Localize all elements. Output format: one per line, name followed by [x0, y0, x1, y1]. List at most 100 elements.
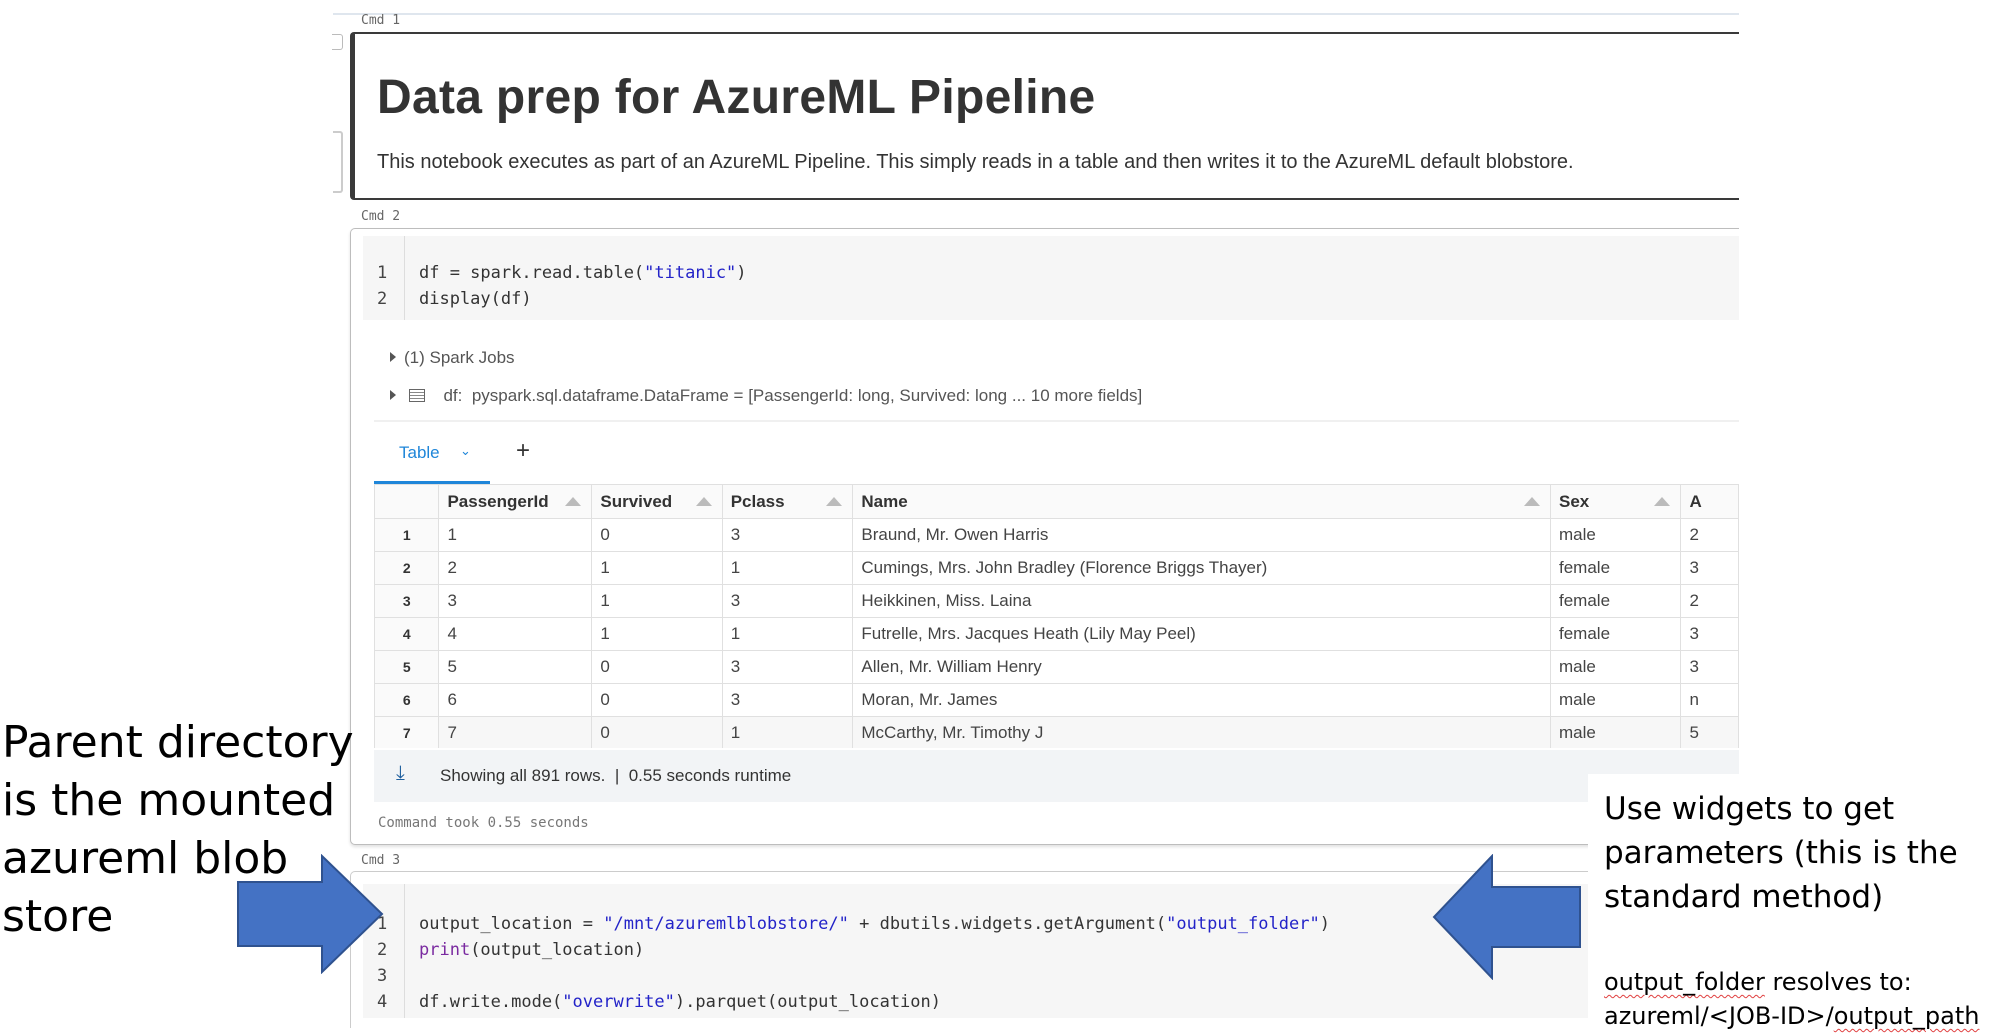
cmd-2-label: Cmd 2 [361, 209, 401, 224]
download-icon[interactable]: ⤓ [396, 762, 405, 785]
tab-table[interactable]: Table ⌄ [374, 422, 490, 484]
table-cell: Futrelle, Mrs. Jacques Heath (Lily May P… [852, 617, 1551, 651]
table-cell: 3 [721, 683, 854, 717]
right-arrow-icon [237, 854, 384, 974]
code-line: df.write.mode("overwrite").parquet(outpu… [419, 992, 941, 1012]
cmd-1-label: Cmd 1 [361, 13, 401, 28]
table-cell: 0 [591, 683, 723, 717]
row-index: 3 [374, 584, 440, 618]
table-cell: 3 [438, 584, 593, 618]
sort-icon[interactable] [1654, 497, 1671, 506]
column-header-age[interactable]: A [1680, 484, 1739, 519]
table-cell: 3 [1680, 551, 1739, 585]
column-header-index [374, 484, 440, 519]
table-cell: 1 [721, 617, 854, 651]
table-cell: 0 [591, 716, 723, 748]
table-header-row: PassengerId Survived Pclass Name Sex A [374, 484, 1739, 519]
table-cell: 1 [721, 551, 854, 585]
command-duration: Command took 0.55 seconds [378, 815, 589, 831]
cell-drag-handle[interactable] [333, 131, 343, 193]
sort-icon[interactable] [826, 497, 843, 506]
table-row[interactable]: 6 6 0 3 Moran, Mr. James male n [374, 683, 1739, 717]
row-index: 2 [374, 551, 440, 585]
table-cell: 3 [721, 584, 854, 618]
table-row[interactable]: 4 4 1 1 Futrelle, Mrs. Jacques Heath (Lily M… [374, 617, 1739, 651]
sort-icon[interactable] [695, 497, 712, 506]
table-row[interactable]: 5 5 0 3 Allen, Mr. William Henry male 3 [374, 650, 1739, 684]
table-cell: Cumings, Mrs. John Bradley (Florence Bri… [852, 551, 1551, 585]
table-cell: 3 [1680, 650, 1739, 684]
row-index: 1 [374, 518, 440, 552]
table-cell: 0 [591, 518, 723, 552]
table-row[interactable]: 7 7 0 1 McCarthy, Mr. Timothy Jmale 5 [374, 716, 1739, 748]
row-index: 5 [374, 650, 440, 684]
table-cell: 3 [721, 650, 854, 684]
add-view-button[interactable]: + [516, 437, 530, 465]
column-header-name[interactable]: Name [852, 484, 1551, 519]
code-editor-2[interactable]: 1 df = spark.read.table("titanic") 2 dis… [363, 236, 1739, 320]
table-cell: Braund, Mr. Owen Harris [852, 518, 1551, 552]
table-cell: 3 [721, 518, 854, 552]
results-table: PassengerId Survived Pclass Name Sex A 1… [374, 484, 1739, 748]
chevron-down-icon[interactable]: ⌄ [460, 443, 471, 459]
table-cell: 2 [1680, 518, 1739, 552]
column-header-pclass[interactable]: Pclass [721, 484, 854, 519]
table-icon [408, 389, 425, 402]
spark-jobs-toggle[interactable]: (1) Spark Jobs [390, 348, 515, 368]
table-cell: 5 [438, 650, 593, 684]
table-cell: female [1549, 584, 1682, 618]
notebook-description: This notebook executes as part of an Azu… [377, 151, 1574, 173]
code-line: df = spark.read.table("titanic") [419, 263, 747, 283]
expand-triangle-icon [390, 390, 396, 400]
column-header-sex[interactable]: Sex [1549, 484, 1682, 519]
table-cell: 1 [591, 551, 723, 585]
sort-icon[interactable] [1524, 497, 1540, 506]
expand-triangle-icon [390, 352, 396, 362]
table-cell: Moran, Mr. James [852, 683, 1551, 717]
table-row[interactable]: 3 3 1 3 Heikkinen, Miss. Laina female 2 [374, 584, 1739, 618]
code-line: output_location = "/mnt/azuremlblobstore… [419, 914, 1330, 934]
markdown-cell[interactable]: Data prep for AzureML Pipeline This note… [350, 32, 1739, 200]
column-header-survived[interactable]: Survived [591, 484, 723, 519]
annotation-right: Use widgets to get parameters (this is t… [1604, 791, 1958, 915]
table-cell: female [1549, 617, 1682, 651]
table-cell: 3 [1680, 617, 1739, 651]
table-cell: 1 [591, 617, 723, 651]
results-table-container[interactable]: PassengerId Survived Pclass Name Sex A 1… [374, 484, 1739, 748]
table-cell: 7 [438, 716, 593, 748]
view-tabs: Table ⌄ + [374, 420, 1739, 484]
sort-icon[interactable] [565, 497, 582, 506]
table-cell: 2 [1680, 584, 1739, 618]
line-number: 1 [377, 263, 388, 283]
page-margin [1739, 0, 1997, 774]
table-cell: 5 [1680, 716, 1739, 748]
table-cell: 1 [438, 518, 593, 552]
table-cell: 1 [591, 584, 723, 618]
line-number: 4 [377, 992, 388, 1012]
row-index: 6 [374, 683, 440, 717]
annotation-output-folder: output_folder resolves to: azureml/<JOB-… [1604, 968, 1980, 1030]
dataframe-schema-toggle[interactable]: df: pyspark.sql.dataframe.DataFrame = [P… [390, 386, 1142, 406]
table-cell: 0 [591, 650, 723, 684]
table-cell: McCarthy, Mr. Timothy J [852, 716, 1551, 748]
table-cell: Heikkinen, Miss. Laina [852, 584, 1551, 618]
table-cell: male [1549, 650, 1682, 684]
table-row[interactable]: 1 1 0 3 Braund, Mr. Owen Harris male 2 [374, 518, 1739, 552]
table-cell: male [1549, 683, 1682, 717]
left-arrow-icon [1432, 854, 1581, 980]
table-cell: 6 [438, 683, 593, 717]
table-cell: Allen, Mr. William Henry [852, 650, 1551, 684]
results-footer: ⤓ Showing all 891 rows. | 0.55 seconds r… [374, 750, 1739, 802]
table-cell: 1 [721, 716, 854, 748]
cell-collapse-icon[interactable] [332, 34, 343, 50]
line-number: 2 [377, 289, 388, 309]
code-line: print(output_location) [419, 940, 645, 960]
table-cell: n [1680, 683, 1739, 717]
table-row[interactable]: 2 2 1 1 Cumings, Mrs. John Bradley (Florence… [374, 551, 1739, 585]
table-cell: female [1549, 551, 1682, 585]
code-line: display(df) [419, 289, 532, 309]
table-cell: male [1549, 716, 1682, 748]
column-header-passengerid[interactable]: PassengerId [438, 484, 593, 519]
notebook-top-divider [333, 13, 1739, 15]
row-index: 4 [374, 617, 440, 651]
